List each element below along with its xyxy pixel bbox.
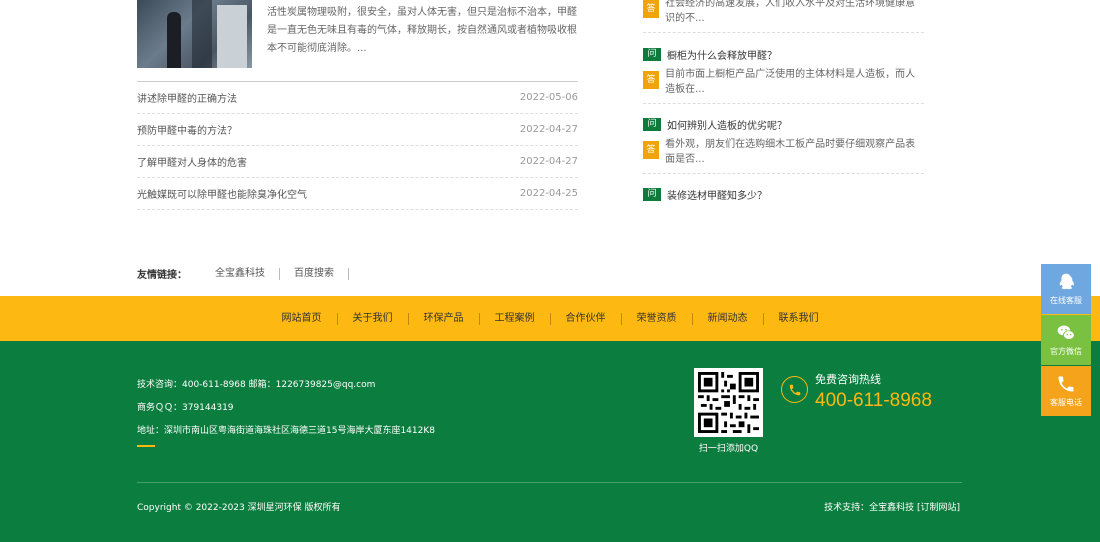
- online-service-label: 在线客服: [1050, 296, 1082, 305]
- qa-divider: [643, 103, 924, 104]
- contact-qq: 商务ＱＱ：379144319: [137, 403, 234, 413]
- news-item[interactable]: 讲述除甲醛的正确方法 2022-05-06: [137, 82, 578, 114]
- footer-divider: [137, 482, 962, 483]
- service-phone-label: 客服电话: [1050, 398, 1082, 407]
- friend-links: 友情链接： 全宝鑫科技 百度搜索: [137, 266, 349, 281]
- question-badge: 问: [643, 47, 661, 61]
- news-thumbnail[interactable]: [137, 0, 252, 68]
- news-item-title[interactable]: 了解甲醛对人身体的危害: [137, 154, 247, 169]
- qa-item[interactable]: 答 社会经济的高速发展，人们收入水平及对生活环境健康意识的不...: [643, 0, 924, 24]
- nav-item-products[interactable]: 环保产品: [409, 312, 480, 325]
- photo-door: [192, 0, 212, 68]
- news-item-title[interactable]: 讲述除甲醛的正确方法: [137, 90, 237, 105]
- phone-icon: [781, 376, 808, 403]
- news-list: 讲述除甲醛的正确方法 2022-05-06 预防甲醛中毒的方法？ 2022-04…: [137, 82, 578, 210]
- qa-question[interactable]: 问 装修选材甲醛知多少？: [643, 187, 924, 202]
- wechat-button[interactable]: 官方微信: [1041, 315, 1091, 365]
- qa-question-text[interactable]: 如何辨别人造板的优劣呢？: [667, 117, 787, 132]
- friend-links-title: 友情链接：: [137, 270, 187, 281]
- news-item-title[interactable]: 预防甲醛中毒的方法？: [137, 122, 237, 137]
- nav-item-contact[interactable]: 联系我们: [764, 313, 834, 325]
- news-item[interactable]: 预防甲醛中毒的方法？ 2022-04-27: [137, 114, 578, 146]
- floating-sidebar: 在线客服 官方微信 客服电话: [1041, 264, 1091, 417]
- answer-badge: 答: [643, 0, 660, 18]
- qa-item[interactable]: 问 橱柜为什么会释放甲醛？: [643, 47, 924, 62]
- nav-item-cases[interactable]: 工程案例: [480, 312, 551, 325]
- qr-caption: 扫一扫添加QQ: [698, 444, 759, 454]
- qa-question[interactable]: 问 如何辨别人造板的优劣呢？: [643, 117, 924, 132]
- contact-address: 地址：深圳市南山区粤海街道海珠社区海德三道15号海岸大厦东座1412K8: [137, 426, 435, 436]
- wechat-icon: [1057, 325, 1075, 340]
- hotline-number[interactable]: 400-611-8968: [815, 390, 932, 412]
- news-excerpt: 活性炭属物理吸附，很安全，虽对人体无害，但只是治标不治本，甲醛是一直无色无味且有…: [267, 7, 577, 54]
- contact-phone-email: 技术咨询：400-611-8968 邮箱：1226739825@qq.com: [137, 380, 376, 390]
- photo-person: [167, 12, 181, 68]
- qa-answer[interactable]: 答 看外观，朋友们在选购细木工板产品时要仔细观察产品表面是否...: [643, 139, 924, 165]
- nav-item-about[interactable]: 关于我们: [338, 312, 409, 325]
- friend-link[interactable]: 全宝鑫科技: [201, 267, 280, 280]
- news-item-date: 2022-04-25: [519, 188, 578, 199]
- qa-question[interactable]: 问 橱柜为什么会释放甲醛？: [643, 47, 924, 62]
- question-badge: 问: [643, 117, 661, 131]
- answer-badge: 答: [643, 71, 660, 89]
- news-item[interactable]: 了解甲醛对人身体的危害 2022-04-27: [137, 146, 578, 178]
- qa-question-text[interactable]: 装修选材甲醛知多少？: [667, 187, 767, 202]
- online-service-button[interactable]: 在线客服: [1041, 264, 1091, 314]
- qr-code-icon: [698, 372, 759, 433]
- qa-answer[interactable]: 答 社会经济的高速发展，人们收入水平及对生活环境健康意识的不...: [643, 0, 924, 24]
- news-item-date: 2022-04-27: [519, 156, 578, 167]
- news-item[interactable]: 光触媒既可以除甲醛也能除臭净化空气 2022-04-25: [137, 178, 578, 210]
- qa-answer-text[interactable]: 目前市面上橱柜产品广泛使用的主体材料是人造板，而人造板在...: [665, 65, 924, 95]
- footer: 技术咨询：400-611-8968 邮箱：1226739825@qq.com 商…: [0, 341, 1100, 542]
- question-badge: 问: [643, 187, 661, 201]
- qa-answer-text[interactable]: 社会经济的高速发展，人们收入水平及对生活环境健康意识的不...: [665, 0, 924, 24]
- nav-item-news[interactable]: 新闻动态: [693, 312, 764, 325]
- qa-answer-text[interactable]: 看外观，朋友们在选购细木工板产品时要仔细观察产品表面是否...: [665, 135, 924, 165]
- phone-icon-glyph: [789, 384, 800, 395]
- news-item-date: 2022-04-27: [519, 124, 578, 135]
- nav-item-home[interactable]: 网站首页: [267, 312, 338, 325]
- qa-item[interactable]: 问 装修选材甲醛知多少？: [643, 187, 924, 202]
- wechat-label: 官方微信: [1050, 347, 1082, 356]
- nav-item-partners[interactable]: 合作伙伴: [551, 312, 622, 325]
- news-item-date: 2022-05-06: [519, 92, 578, 103]
- qr-code: [694, 368, 763, 437]
- qa-divider: [643, 173, 924, 174]
- qa-item[interactable]: 答 目前市面上橱柜产品广泛使用的主体材料是人造板，而人造板在...: [643, 69, 924, 95]
- photo-fridge: [217, 5, 247, 68]
- qa-item[interactable]: 答 看外观，朋友们在选购细木工板产品时要仔细观察产品表面是否...: [643, 139, 924, 165]
- friend-link[interactable]: 百度搜索: [280, 267, 349, 280]
- qq-icon: [1059, 273, 1074, 290]
- footer-contact: 技术咨询：400-611-8968 邮箱：1226739825@qq.com 商…: [137, 374, 435, 443]
- nav-item-honors[interactable]: 荣誉资质: [622, 312, 693, 325]
- answer-badge: 答: [643, 141, 660, 159]
- copyright: Copyright © 2022-2023 深圳星河环保 版权所有: [137, 503, 341, 513]
- accent-line: [137, 445, 155, 447]
- qa-question-text[interactable]: 橱柜为什么会释放甲醛？: [667, 47, 777, 62]
- qa-divider: [643, 32, 924, 33]
- phone-icon: [1058, 376, 1074, 392]
- hotline-label: 免费咨询热线: [815, 373, 881, 386]
- service-phone-button[interactable]: 客服电话: [1041, 366, 1091, 416]
- news-item-title[interactable]: 光触媒既可以除甲醛也能除臭净化空气: [137, 186, 307, 201]
- footer-nav: 网站首页 关于我们 环保产品 工程案例 合作伙伴 荣誉资质 新闻动态 联系我们: [0, 296, 1100, 341]
- qa-item[interactable]: 问 如何辨别人造板的优劣呢？: [643, 117, 924, 132]
- tech-support-link[interactable]: 技术支持：全宝鑫科技 [订制网站]: [824, 500, 960, 513]
- qa-answer[interactable]: 答 目前市面上橱柜产品广泛使用的主体材料是人造板，而人造板在...: [643, 69, 924, 95]
